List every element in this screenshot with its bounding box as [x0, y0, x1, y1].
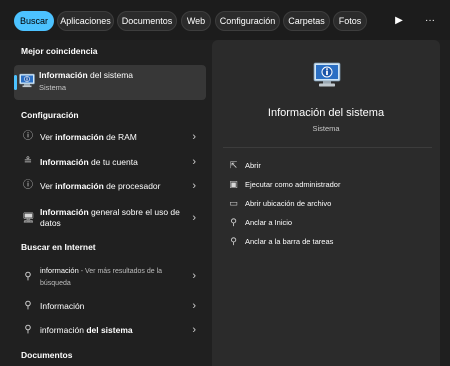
section-documentos: Documentos — [21, 350, 73, 360]
preview-title: Información del sistema — [267, 107, 385, 119]
more-icon[interactable]: ··· — [419, 11, 441, 31]
play-icon[interactable]: ▶ — [388, 11, 410, 31]
list-item-web-informacion[interactable]: ⚲ Información › — [14, 295, 206, 317]
chevron-right-icon: › — [192, 324, 196, 336]
pin-icon: ⚲ — [230, 217, 237, 227]
preview-subtitle: Sistema — [312, 124, 340, 133]
search-icon: ⚲ — [24, 271, 32, 282]
tab-aplicaciones[interactable]: Aplicaciones — [57, 11, 114, 31]
pin-icon: ⚲ — [230, 236, 237, 246]
best-match-item[interactable]: Información del sistema Sistema — [14, 65, 206, 100]
background-edge — [440, 40, 450, 366]
search-filter-bar: Buscar Aplicaciones Documentos Web Confi… — [0, 0, 450, 40]
tab-configuracion[interactable]: Configuración — [215, 11, 280, 31]
account-list-icon: ≗ — [23, 156, 33, 167]
chevron-right-icon: › — [192, 270, 196, 282]
divider — [223, 147, 432, 148]
preview-pane: Información del sistema Sistema ⇱ Abrir … — [212, 40, 440, 366]
open-icon: ⇱ — [229, 160, 238, 170]
chevron-right-icon: › — [192, 156, 196, 168]
chevron-right-icon: › — [192, 131, 196, 143]
list-item-uso-datos[interactable]: 🖥 Información general sobre el uso de da… — [14, 204, 206, 234]
chevron-right-icon: › — [192, 300, 196, 312]
tab-buscar[interactable]: Buscar — [14, 11, 54, 31]
list-item-cuenta[interactable]: ≗ Información de tu cuenta › — [14, 151, 206, 173]
best-match-title: Información del sistema — [39, 70, 134, 80]
section-best-match: Mejor coincidencia — [21, 46, 98, 56]
search-icon: ⚲ — [24, 300, 32, 311]
system-information-icon — [313, 62, 341, 87]
selection-accent — [14, 75, 17, 90]
info-icon: ⓘ — [23, 131, 33, 142]
list-item-procesador[interactable]: ⓘ Ver información de procesador › — [14, 175, 206, 197]
action-anclar-barra[interactable]: ⚲ Anclar a la barra de tareas — [226, 234, 426, 251]
chevron-right-icon: › — [192, 212, 196, 224]
list-item-web-del-sistema[interactable]: ⚲ información del sistema › — [14, 319, 206, 341]
action-abrir-ubicacion[interactable]: ▭ Abrir ubicación de archivo — [226, 196, 426, 213]
action-ejecutar-admin[interactable]: ▣ Ejecutar como administrador — [226, 177, 426, 194]
results-list: Mejor coincidencia Información del siste… — [0, 40, 212, 366]
system-information-icon — [19, 73, 35, 88]
tab-documentos[interactable]: Documentos — [117, 11, 177, 31]
section-configuracion: Configuración — [21, 110, 79, 120]
action-abrir[interactable]: ⇱ Abrir — [226, 158, 426, 175]
action-anclar-inicio[interactable]: ⚲ Anclar a Inicio — [226, 215, 426, 232]
info-icon: ⓘ — [23, 180, 33, 191]
chevron-right-icon: › — [192, 180, 196, 192]
list-item-web-busqueda[interactable]: ⚲ información - Ver más resultados de la… — [14, 262, 206, 292]
admin-shield-icon: ▣ — [229, 179, 238, 189]
folder-icon: ▭ — [229, 198, 238, 208]
tab-web[interactable]: Web — [181, 11, 211, 31]
tab-fotos[interactable]: Fotos — [333, 11, 367, 31]
tab-carpetas[interactable]: Carpetas — [283, 11, 330, 31]
computer-icon: 🖥 — [22, 213, 35, 224]
best-match-subtitle: Sistema — [39, 83, 67, 92]
search-icon: ⚲ — [24, 324, 32, 335]
list-item-ram[interactable]: ⓘ Ver información de RAM › — [14, 126, 206, 148]
section-internet: Buscar en Internet — [21, 242, 96, 252]
